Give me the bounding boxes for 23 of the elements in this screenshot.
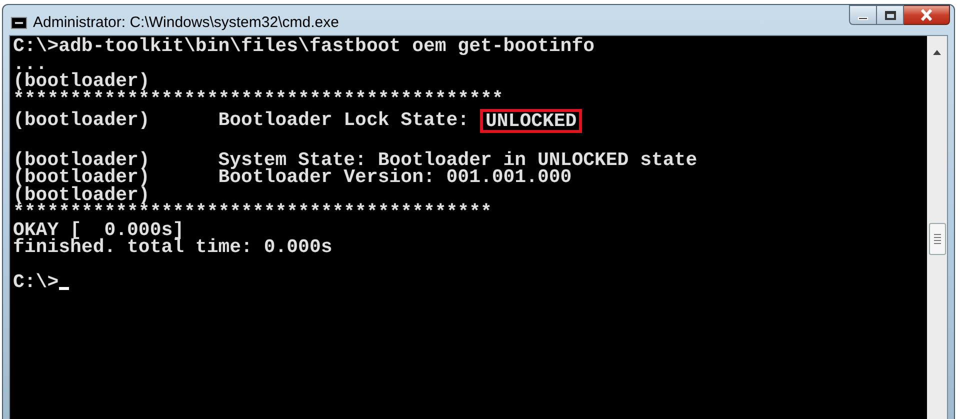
console-line: ... [13,56,48,73]
console-line: C:\>adb-toolkit\bin\files\fastboot oem get-bootinfo [13,38,594,56]
window-title: Administrator: C:\Windows\system32\cmd.exe [33,13,339,33]
scrollbar-thumb[interactable] [928,223,946,255]
console-app-icon [11,17,27,30]
minimize-button[interactable] [849,5,877,25]
scroll-up-arrow-icon[interactable] [933,50,941,55]
highlighted-status: UNLOCKED [480,109,582,133]
console-line: (bootloader) Bootloader Lock State: [13,112,470,130]
console-line: (bootloader) [13,73,150,90]
close-icon [920,9,933,21]
close-button[interactable] [904,5,950,25]
console-line: (bootloader) [13,186,150,204]
vertical-scrollbar[interactable] [927,36,947,419]
console-line: (bootloader) System State: Bootloader in UNLOCKED state [13,152,698,169]
maximize-button[interactable] [877,5,904,25]
console-line: OKAY [ 0.000s] [13,222,184,239]
console-line: ******************************************* [13,90,504,108]
text-cursor [58,286,69,290]
command-prompt: C:\> [13,274,59,292]
console-line: finished. total time: 0.000s [13,239,332,256]
console-line: (bootloader) Bootloader Version: 001.001.000 [13,169,572,186]
console-line: ****************************************** [13,204,492,222]
